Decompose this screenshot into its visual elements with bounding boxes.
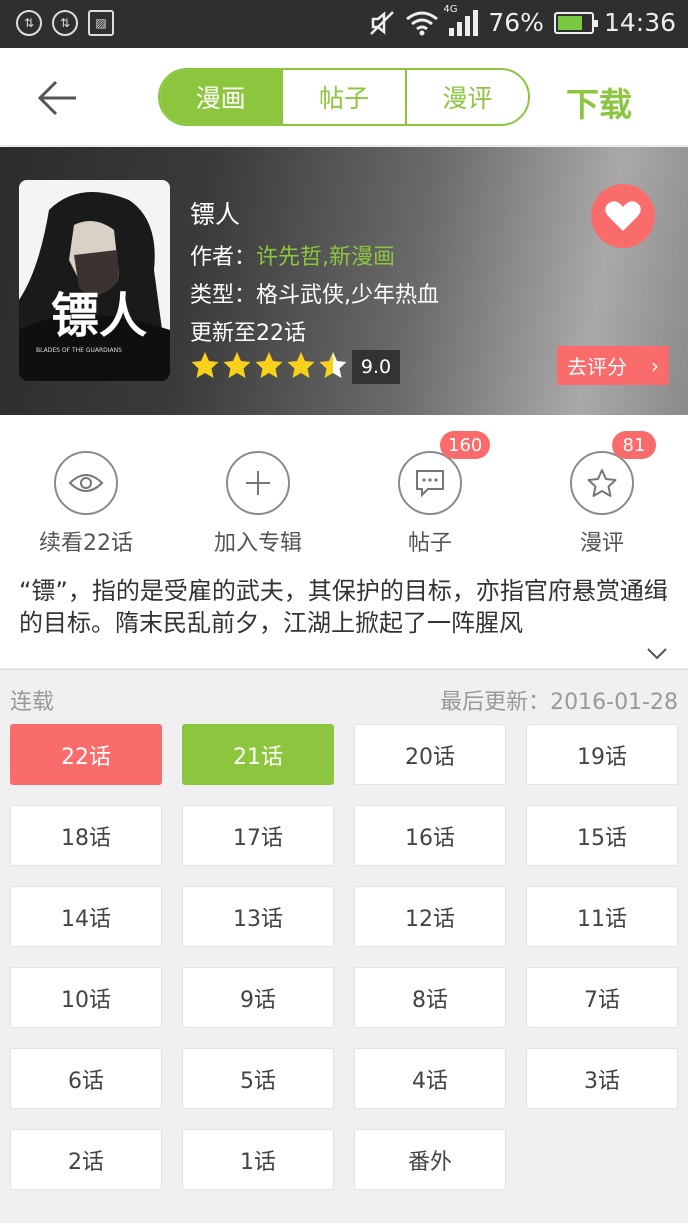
posts-button[interactable]: 160 帖子 xyxy=(360,431,500,557)
chapter-button[interactable]: 11话 xyxy=(526,886,678,947)
star-icon xyxy=(191,352,219,378)
chapter-button[interactable]: 番外 xyxy=(354,1129,506,1190)
mute-icon xyxy=(370,10,395,35)
chapter-button[interactable]: 18话 xyxy=(10,805,162,866)
chapter-button[interactable]: 21话 xyxy=(182,724,334,785)
last-updated: 最后更新：2016-01-28 xyxy=(440,690,678,715)
chapter-button[interactable]: 7话 xyxy=(526,967,678,1028)
battery-percent: 76% xyxy=(488,8,544,37)
chevron-down-icon[interactable] xyxy=(646,647,668,661)
tab-reviews[interactable]: 漫评 xyxy=(407,70,528,124)
star-icon: 81 xyxy=(570,431,656,515)
add-to-album-button[interactable]: 加入专辑 xyxy=(188,451,328,557)
comic-description: “镖”，指的是受雇的武夫，其保护的目标，亦指官府悬赏通缉的目标。隋末民乱前夕，江… xyxy=(19,577,668,637)
continue-reading-label: 续看22话 xyxy=(39,531,133,556)
comic-banner: 镖人 BLADES OF THE GUARDIANS 镖人 作者：许先哲,新漫画… xyxy=(0,147,688,415)
reviews-label: 漫评 xyxy=(579,531,624,556)
star-icon xyxy=(223,352,251,378)
chapter-button[interactable]: 10话 xyxy=(10,967,162,1028)
author-link[interactable]: 许先哲,新漫画 xyxy=(256,245,395,270)
cover-subtitle: BLADES OF THE GUARDIANS xyxy=(36,347,122,354)
chapter-grid: 22话 21话 20话 19话 18话 17话 16话 15话 14话 13话 12话 11话 10话 9… xyxy=(10,724,678,1190)
rating-score: 9.0 xyxy=(352,350,400,384)
author-label: 作者： xyxy=(190,245,257,270)
chapter-button[interactable]: 9话 xyxy=(182,967,334,1028)
cover-illustration: 镖人 BLADES OF THE GUARDIANS xyxy=(19,180,170,381)
sync-icon: ⇅ xyxy=(52,10,78,36)
chapter-button[interactable]: 2话 xyxy=(10,1129,162,1190)
tab-bar: 漫画 帖子 漫评 xyxy=(158,68,530,126)
chapter-button[interactable]: 8话 xyxy=(354,967,506,1028)
rating-stars xyxy=(190,350,348,380)
chapter-button[interactable]: 12话 xyxy=(354,886,506,947)
star-icon xyxy=(255,352,283,378)
genre-text: 类型：格斗武侠,少年热血 xyxy=(190,283,439,308)
chapter-button[interactable]: 16话 xyxy=(354,805,506,866)
chapter-button[interactable]: 13话 xyxy=(182,886,334,947)
plus-icon xyxy=(226,451,290,515)
chevron-right-icon: › xyxy=(651,354,659,378)
chapter-button[interactable]: 14话 xyxy=(10,886,162,947)
posts-badge: 160 xyxy=(440,431,491,459)
half-star-icon xyxy=(319,352,347,378)
chapter-header: 连载 最后更新：2016-01-28 xyxy=(0,669,688,721)
tab-comic[interactable]: 漫画 xyxy=(160,70,284,124)
back-arrow-icon[interactable] xyxy=(36,76,80,120)
chapter-button[interactable]: 4话 xyxy=(354,1048,506,1109)
posts-label: 帖子 xyxy=(407,531,452,556)
eye-icon xyxy=(54,451,118,515)
chapter-button[interactable]: 3话 xyxy=(526,1048,678,1109)
comic-title: 镖人 xyxy=(190,200,241,229)
serial-status: 连载 xyxy=(10,690,55,715)
continue-reading-button[interactable]: 续看22话 xyxy=(16,451,156,557)
update-text: 更新至22话 xyxy=(190,321,306,346)
chapter-button[interactable]: 19话 xyxy=(526,724,678,785)
app-header: 漫画 帖子 漫评 下载 xyxy=(0,48,688,146)
comic-info: 镖人 作者：许先哲,新漫画 类型：格斗武侠,少年热血 更新至22话 xyxy=(190,195,439,353)
download-button[interactable]: 下载 xyxy=(566,78,632,126)
star-icon xyxy=(287,352,315,378)
author-row: 作者：许先哲,新漫画 xyxy=(190,239,439,271)
rate-button[interactable]: 去评分 › xyxy=(557,346,669,385)
status-bar: ⇅ ⇅ ▨ 4G 76% 14:36 xyxy=(0,0,688,48)
chapter-button[interactable]: 15话 xyxy=(526,805,678,866)
cover-title: 镖人 xyxy=(51,288,147,344)
clock: 14:36 xyxy=(603,8,676,37)
favorite-button[interactable] xyxy=(591,184,655,248)
add-to-album-label: 加入专辑 xyxy=(213,531,302,556)
comment-icon: 160 xyxy=(398,431,491,515)
comic-cover[interactable]: 镖人 BLADES OF THE GUARDIANS xyxy=(19,180,170,381)
wifi-icon xyxy=(406,11,439,35)
image-icon: ▨ xyxy=(88,10,114,36)
chapter-button[interactable]: 20话 xyxy=(354,724,506,785)
chapter-button[interactable]: 6话 xyxy=(10,1048,162,1109)
chapter-button[interactable]: 1话 xyxy=(182,1129,334,1190)
chapter-button[interactable]: 22话 xyxy=(10,724,162,785)
battery-icon xyxy=(553,11,598,34)
rate-button-label: 去评分 xyxy=(567,355,627,379)
heart-icon xyxy=(605,201,641,231)
reviews-badge: 81 xyxy=(612,431,656,459)
network-type: 4G xyxy=(443,3,458,15)
tab-posts[interactable]: 帖子 xyxy=(283,70,407,124)
actions-area: 续看22话 加入专辑 160 帖子 81 漫评 “镖”，指的是受雇的武夫，其保护… xyxy=(0,415,688,668)
reviews-button[interactable]: 81 漫评 xyxy=(532,431,672,557)
chapter-button[interactable]: 5话 xyxy=(182,1048,334,1109)
signal-icon: 4G xyxy=(443,4,479,36)
sync-icon: ⇅ xyxy=(16,10,42,36)
chapter-button[interactable]: 17话 xyxy=(182,805,334,866)
